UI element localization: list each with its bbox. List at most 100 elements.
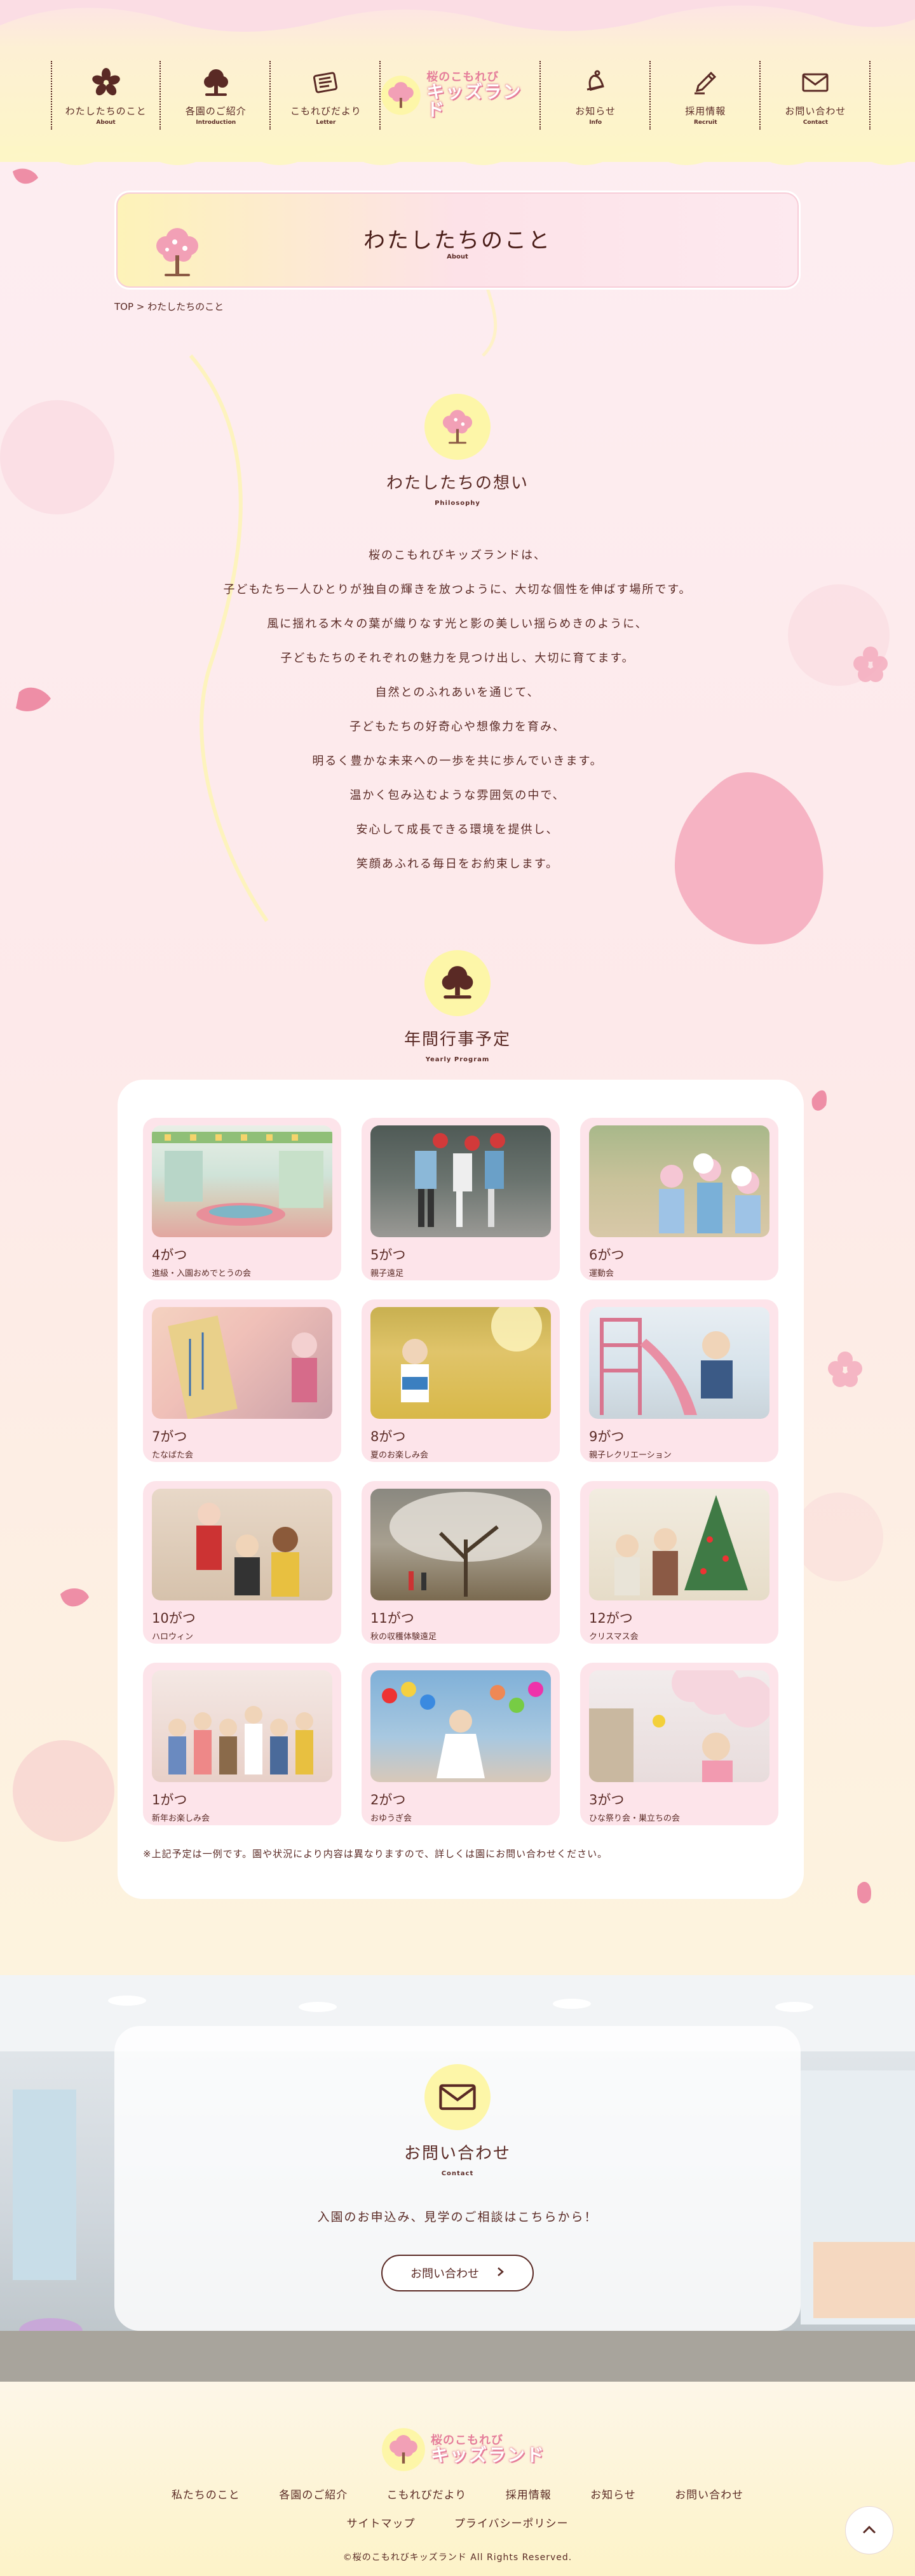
contact-card: お問い合わせ Contact 入園のお申込み、見学のご相談はこちらから！ お問い… [114,2026,801,2331]
contact-button-label: お問い合わせ [410,2267,479,2281]
copyright: ©桜のこもれびキッズランド All Rights Reserved. [342,2553,573,2563]
contact-button[interactable]: お問い合わせ [381,2255,534,2291]
footer-link-about[interactable]: 私たちのこと [172,2489,240,2502]
month-card-june[interactable]: 6がつ 運動会 [580,1118,778,1280]
philosophy-line: 子どもたちの好奇心や想像力を育み、 [349,720,566,734]
month-card-september[interactable]: 9がつ 親子レクリエーション [580,1299,778,1462]
month-card-january[interactable]: 1がつ 新年お楽しみ会 [143,1663,341,1825]
month-card-may[interactable]: 5がつ 親子遠足 [362,1118,560,1280]
classroom-photo [152,1125,332,1237]
nav-item-info[interactable]: お知らせ Info [541,58,651,132]
contact-title: お問い合わせ [403,2144,511,2163]
site-header: わたしたちのこと About 各園のご紹介 Introduction こもれびだ… [0,0,915,165]
halloween-photo [152,1489,332,1600]
sakura-tree-icon [424,394,491,460]
footer-logo[interactable]: 桜のこもれび キッズランド [381,2427,545,2472]
newspaper-icon [308,65,344,100]
chevron-up-icon [862,2525,876,2537]
month-card-march[interactable]: 3がつ ひな祭り会・巣立ちの会 [580,1663,778,1825]
nav-label: 各園のご紹介 [185,105,247,117]
breadcrumb: TOP > わたしたちのこと [114,300,224,313]
month-name: 1がつ [152,1792,187,1808]
nav-sublabel: Contact [803,119,829,126]
footer-link-sitemap[interactable]: サイトマップ [346,2518,415,2530]
month-card-july[interactable]: 7がつ たなばた会 [143,1299,341,1462]
page-title: わたしたちのこと [363,228,552,253]
brand-logo: 桜のこもれび キッズランド [381,72,540,119]
program-card: 4がつ 進級・入園おめでとうの会 5がつ 親子遠足 6がつ 運動会 7がつ たな… [118,1080,804,1899]
month-card-february[interactable]: 2がつ おゆうぎ会 [362,1663,560,1825]
logo-tree-icon [381,76,421,115]
nav-item-letter[interactable]: こもれびだより Letter [271,58,381,132]
cherry-blossom-photo [589,1670,769,1782]
nav-item-recruit[interactable]: 採用情報 Recruit [651,58,761,132]
envelope-icon [797,65,833,100]
children-walking-photo [370,1125,551,1237]
month-name: 3がつ [589,1792,625,1808]
month-card-december[interactable]: 12がつ クリスマス会 [580,1481,778,1644]
footer-link-info[interactable]: お知らせ [590,2489,636,2502]
footer-link-letter[interactable]: こもれびだより [387,2489,467,2502]
contact-subtitle: Contact [441,2170,474,2177]
footer-link-privacy[interactable]: プライバシーポリシー [454,2518,569,2530]
philosophy-subtitle: Philosophy [435,500,480,507]
month-event: 親子遠足 [370,1269,404,1278]
month-card-november[interactable]: 11がつ 秋の収穫体験遠足 [362,1481,560,1644]
month-name: 2がつ [370,1792,406,1808]
month-event: 秋の収穫体験遠足 [370,1632,437,1642]
nav-sublabel: Recruit [693,119,717,126]
site-footer: 桜のこもれび キッズランド 私たちのこと 各園のご紹介 こもれびだより 採用情報… [0,2382,915,2576]
philosophy-line: 子どもたち一人ひとりが独自の輝きを放つように、大切な個性を伸ばす場所です。 [223,583,692,596]
month-event: ひな祭り会・巣立ちの会 [589,1814,681,1823]
month-name: 12がつ [589,1611,633,1626]
logo-tree-icon [382,2428,425,2471]
footer-link-recruit[interactable]: 採用情報 [506,2489,552,2502]
nav-label: お知らせ [575,105,616,117]
philosophy-text: 桜のこもれびキッズランドは、 子どもたち一人ひとりが独自の輝きを放つように、大切… [0,539,915,882]
breadcrumb-separator: > [136,301,145,312]
nav-sublabel: About [96,119,116,126]
header-logo-link[interactable]: 桜のこもれび キッズランド [381,58,541,132]
page: わたしたちのこと About 各園のご紹介 Introduction こもれびだ… [0,0,915,2576]
philosophy-line: 明るく豊かな未来への一歩を共に歩んでいきます。 [312,755,603,768]
chevron-right-icon [497,2267,505,2280]
philosophy-line: 風に揺れる木々の葉が織りなす光と影の美しい揺らめきのように、 [267,617,648,631]
philosophy-line: 自然とのふれあいを通じて、 [375,686,540,699]
month-card-august[interactable]: 8がつ 夏のお楽しみ会 [362,1299,560,1462]
header-wave-edge [0,146,915,165]
contact-header: お問い合わせ Contact [114,2064,801,2177]
program-header: 年間行事予定 Yearly Program [0,950,915,1063]
month-name: 7がつ [152,1429,187,1444]
month-name: 6がつ [589,1247,625,1263]
philosophy-line: 子どもたちのそれぞれの魅力を見つけ出し、大切に育てます。 [280,652,635,665]
tree-icon [424,950,491,1016]
month-card-october[interactable]: 10がつ ハロウィン [143,1481,341,1644]
header-cloud-top [0,0,915,32]
footer-link-introduction[interactable]: 各園のご紹介 [279,2489,348,2502]
month-event: たなばた会 [152,1451,194,1460]
page-top-button[interactable] [845,2506,893,2554]
footer-link-contact[interactable]: お問い合わせ [675,2489,743,2502]
autumn-tree-photo [370,1489,551,1600]
philosophy-line: 桜のこもれびキッズランドは、 [369,549,546,562]
nav-item-contact[interactable]: お問い合わせ Contact [761,58,871,132]
philosophy-line: 安心して成長できる環境を提供し、 [356,823,559,836]
envelope-icon [424,2064,491,2130]
nav-item-about[interactable]: わたしたちのこと About [51,58,161,132]
nav-label: 採用情報 [685,105,726,117]
month-name: 11がつ [370,1611,414,1626]
philosophy-line: 温かく包み込むような雰囲気の中で、 [349,789,566,802]
philosophy-title: わたしたちの想い [386,474,529,493]
breadcrumb-home-link[interactable]: TOP [114,301,133,312]
logo-text-main: キッズランド [431,2445,546,2465]
nav-label: お問い合わせ [785,105,846,117]
pen-icon [688,65,723,100]
program-subtitle: Yearly Program [425,1056,490,1063]
bell-icon [578,65,613,100]
tanabata-photo [152,1307,332,1419]
month-name: 9がつ [589,1429,625,1444]
new-year-photo [152,1670,332,1782]
nav-item-introduction[interactable]: 各園のご紹介 Introduction [161,58,271,132]
footer-nav: 私たちのこと 各園のご紹介 こもれびだより 採用情報 お知らせ お問い合わせ サ… [0,2486,915,2530]
month-card-april[interactable]: 4がつ 進級・入園おめでとうの会 [143,1118,341,1280]
